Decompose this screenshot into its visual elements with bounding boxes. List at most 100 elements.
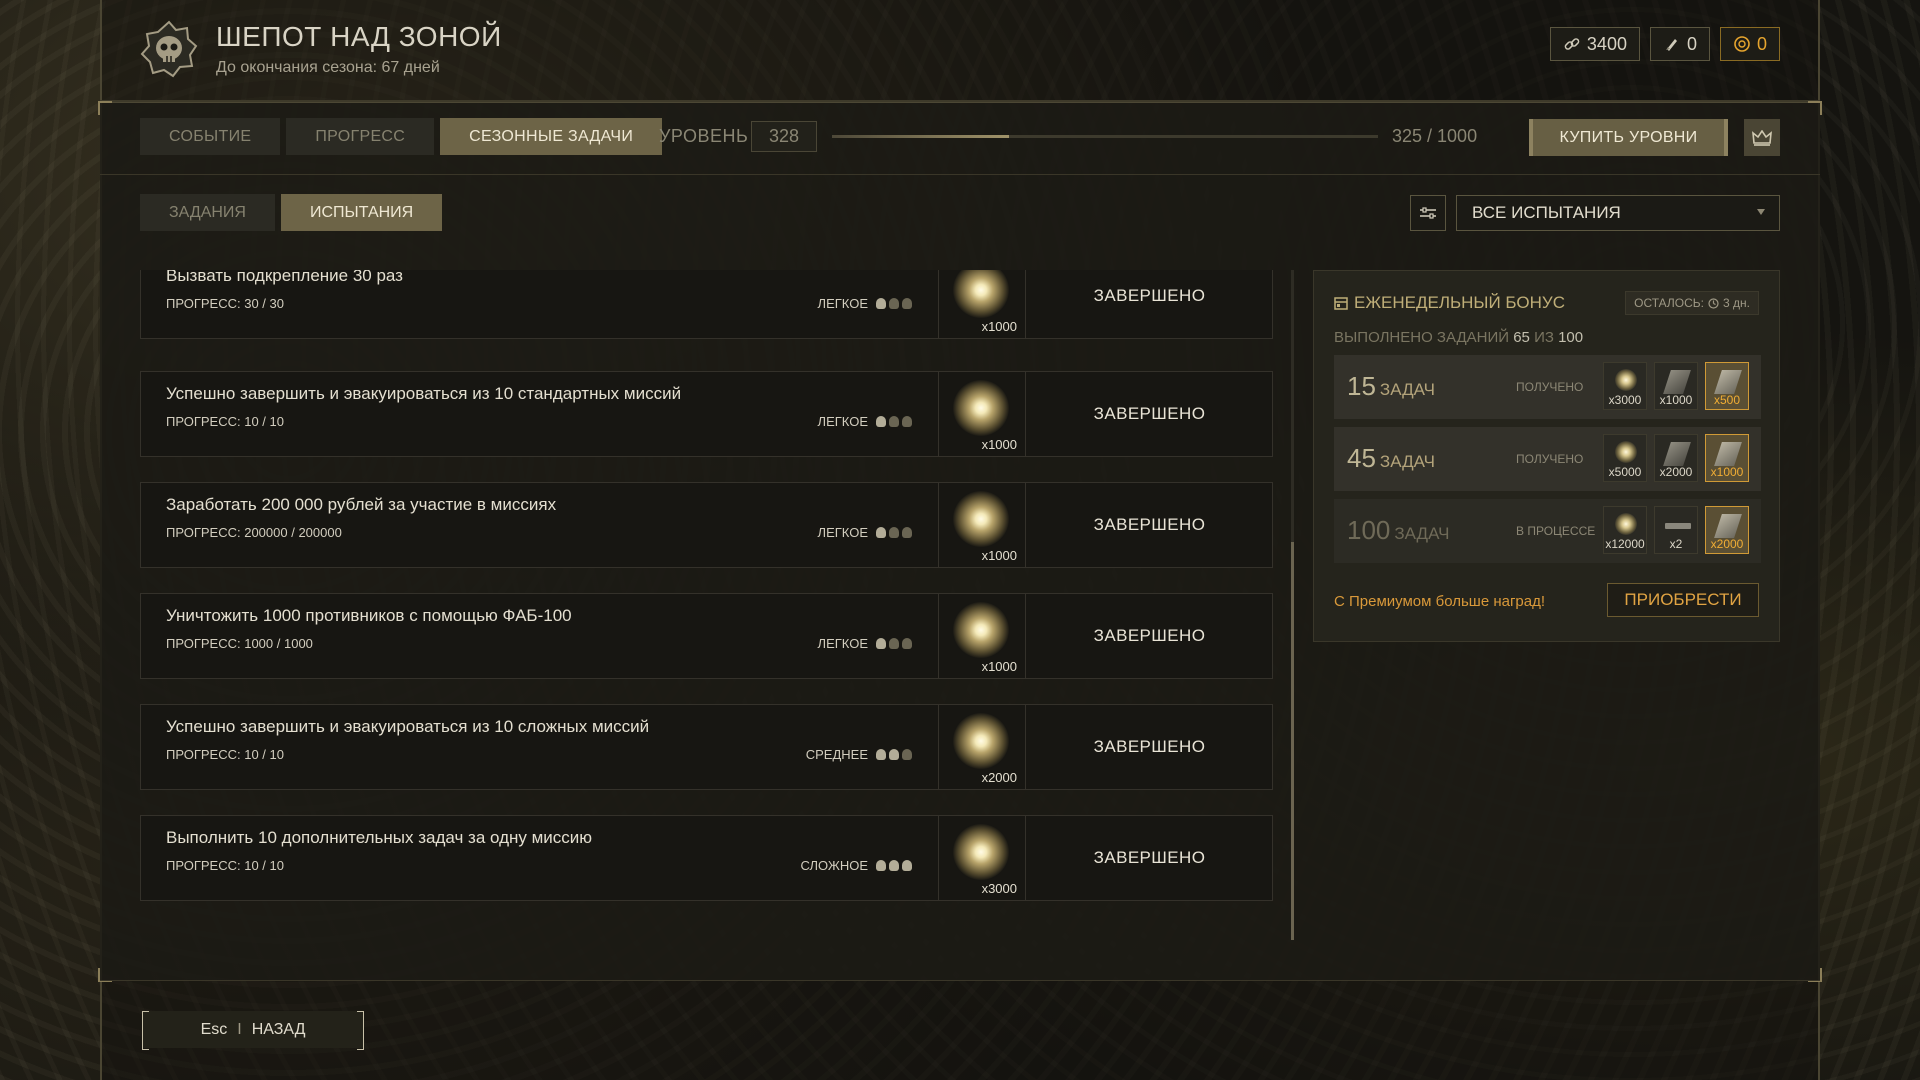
skull-icon: [876, 527, 886, 538]
skull-icon: [876, 638, 886, 649]
challenge-progress: ПРОГРЕСС: 10 / 10: [166, 414, 284, 429]
reward-quantity: x1000: [981, 319, 1017, 334]
skull-icon: [902, 860, 912, 871]
tier-reward-plate[interactable]: x2000: [1654, 434, 1698, 482]
reward-quantity: x1000: [981, 437, 1017, 452]
challenge-list: Вызвать подкрепление 30 раз ПРОГРЕСС: 30…: [140, 270, 1273, 940]
challenge-status: ЗАВЕРШЕНО: [1093, 737, 1206, 756]
xp-orb-icon: [1615, 441, 1637, 463]
time-remaining-value: 3 дн.: [1723, 296, 1750, 310]
tier-reward-qty: x500: [1713, 393, 1741, 407]
level-progress-fill: [832, 135, 1010, 138]
reward-quantity: x1000: [981, 659, 1017, 674]
challenge-filter-select[interactable]: ВСЕ ИСПЫТАНИЯ: [1456, 195, 1780, 231]
skull-icon: [876, 749, 886, 760]
tier-reward-xp[interactable]: x5000: [1603, 434, 1647, 482]
back-separator: I: [237, 1020, 242, 1038]
challenge-reward[interactable]: x1000: [938, 594, 1026, 678]
challenge-difficulty: ЛЕГКОЕ: [818, 525, 912, 540]
crown-icon: [1752, 129, 1772, 146]
panel-corner: [98, 101, 112, 115]
tab-event[interactable]: СОБЫТИЕ: [140, 118, 281, 155]
currency-chain-value: 3400: [1586, 33, 1627, 54]
xp-orb-icon: [953, 824, 1009, 880]
weekly-bonus-title-text: ЕЖЕНЕДЕЛЬНЫЙ БОНУС: [1354, 293, 1565, 312]
sub-tabs: ЗАДАНИЯ ИСПЫТАНИЯ: [140, 194, 443, 231]
xp-orb-icon: [953, 713, 1009, 769]
challenge-row: Успешно завершить и эвакуироваться из 10…: [140, 371, 1273, 457]
time-remaining-badge: ОСТАЛОСЬ: 3 дн.: [1625, 291, 1759, 315]
tab-challenges[interactable]: ИСПЫТАНИЯ: [280, 194, 443, 231]
reward-quantity: x2000: [981, 770, 1017, 785]
difficulty-skulls: [876, 416, 912, 427]
tier-reward-xp[interactable]: x12000: [1603, 506, 1647, 554]
difficulty-label: СРЕДНЕЕ: [805, 747, 868, 762]
skull-icon: [889, 860, 899, 871]
currency-rocket-value: 0: [1686, 33, 1697, 54]
tier-reward-plate[interactable]: x1000: [1654, 362, 1698, 410]
level-value: 328: [751, 121, 817, 152]
skull-icon: [889, 298, 899, 309]
challenge-progress: ПРОГРЕСС: 1000 / 1000: [166, 636, 313, 651]
back-button[interactable]: Esc I НАЗАД: [142, 1011, 364, 1050]
acquire-premium-button[interactable]: ПРИОБРЕСТИ: [1607, 583, 1759, 617]
tier-reward-qty: x12000: [1605, 537, 1645, 551]
challenge-name: Успешно завершить и эвакуироваться из 10…: [166, 384, 682, 403]
reward-quantity: x1000: [981, 548, 1017, 563]
filter-button[interactable]: [1410, 195, 1446, 231]
challenge-reward[interactable]: x3000: [938, 816, 1026, 900]
difficulty-skulls: [876, 860, 912, 871]
challenge-progress: ПРОГРЕСС: 200000 / 200000: [166, 525, 342, 540]
tasks-completed-prefix: ВЫПОЛНЕНО ЗАДАНИЙ: [1334, 329, 1510, 346]
season-header: ШЕПОТ НАД ЗОНОЙ До окончания сезона: 67 …: [140, 14, 502, 84]
main-tabs: СОБЫТИЕ ПРОГРЕСС СЕЗОННЫЕ ЗАДАЧИ: [140, 118, 663, 155]
skull-icon: [902, 749, 912, 760]
bonus-tier: 100 ЗАДАЧ В ПРОЦЕССЕ x12000 x2 x2000: [1334, 499, 1761, 563]
footer-divider: [100, 980, 1820, 981]
challenge-reward[interactable]: x1000: [938, 270, 1026, 338]
skull-icon: [902, 416, 912, 427]
difficulty-label: ЛЕГКОЕ: [817, 296, 868, 311]
skull-icon: [876, 860, 886, 871]
tier-state: ПОЛУЧЕНО: [1516, 380, 1584, 394]
level-label: УРОВЕНЬ: [659, 126, 749, 146]
skull-icon: [902, 638, 912, 649]
difficulty-label: СЛОЖНОЕ: [800, 858, 869, 873]
challenge-difficulty: СЛОЖНОЕ: [800, 858, 912, 873]
tier-reward-xp[interactable]: x3000: [1603, 362, 1647, 410]
tab-tasks[interactable]: ЗАДАНИЯ: [140, 194, 275, 231]
premium-crown-button[interactable]: [1744, 119, 1780, 156]
tier-reward-qty: x2: [1669, 537, 1683, 551]
tier-reward-weapon[interactable]: x2: [1654, 506, 1698, 554]
tab-progress[interactable]: ПРОГРЕСС: [286, 118, 435, 155]
difficulty-skulls: [876, 638, 912, 649]
challenge-status: ЗАВЕРШЕНО: [1093, 404, 1206, 423]
armor-plate-icon: [1663, 442, 1691, 466]
tier-reward-premium[interactable]: x1000: [1705, 434, 1749, 482]
buy-levels-button[interactable]: КУПИТЬ УРОВНИ: [1529, 119, 1728, 156]
tier-reward-premium[interactable]: x500: [1705, 362, 1749, 410]
difficulty-label: ЛЕГКОЕ: [817, 636, 868, 651]
challenge-list-scrollbar[interactable]: [1291, 270, 1294, 940]
scrollbar-thumb[interactable]: [1291, 542, 1294, 940]
challenge-reward[interactable]: x1000: [938, 372, 1026, 456]
challenge-reward[interactable]: x2000: [938, 705, 1026, 789]
tier-count: 100 ЗАДАЧ: [1347, 515, 1449, 546]
tier-count-number: 100: [1347, 515, 1391, 545]
challenge-status: ЗАВЕРШЕНО: [1093, 286, 1206, 305]
chevron-down-icon: [1757, 209, 1765, 215]
challenge-reward[interactable]: x1000: [938, 483, 1026, 567]
currency-gold: 0: [1719, 27, 1780, 61]
tab-seasonal-tasks[interactable]: СЕЗОННЫЕ ЗАДАЧИ: [440, 118, 663, 155]
tier-reward-premium[interactable]: x2000: [1705, 506, 1749, 554]
weekly-bonus-title: ЕЖЕНЕДЕЛЬНЫЙ БОНУС: [1334, 293, 1565, 313]
tier-count-number: 45: [1347, 443, 1376, 473]
challenge-progress: ПРОГРЕСС: 10 / 10: [166, 747, 284, 762]
difficulty-skulls: [876, 527, 912, 538]
level-progress-bar: [832, 135, 1378, 138]
challenge-progress: ПРОГРЕСС: 10 / 10: [166, 858, 284, 873]
time-remaining-label: ОСТАЛОСЬ:: [1634, 296, 1705, 310]
challenge-row: Успешно завершить и эвакуироваться из 10…: [140, 704, 1273, 790]
difficulty-label: ЛЕГКОЕ: [817, 525, 868, 540]
difficulty-label: ЛЕГКОЕ: [817, 414, 868, 429]
